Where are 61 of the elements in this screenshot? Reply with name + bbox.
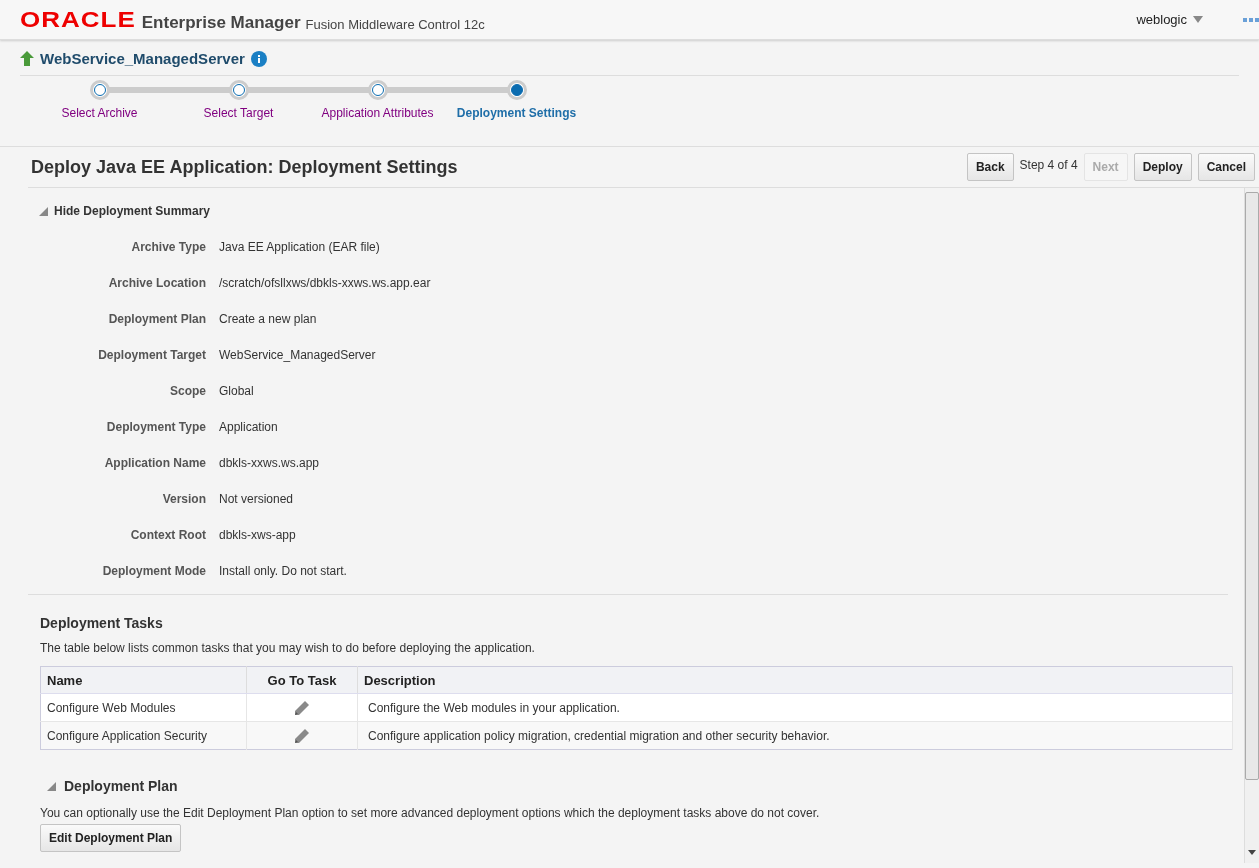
- field-label: Archive Type: [130, 240, 206, 254]
- caret-icon: [1193, 16, 1203, 23]
- step-node[interactable]: [228, 80, 249, 100]
- table-cell: Configure the Web modules in your application.: [357, 693, 1233, 722]
- disclosure-triangle-icon[interactable]: [46, 781, 56, 791]
- pencil-icon[interactable]: [294, 699, 310, 716]
- section-toggle[interactable]: Hide Deployment Summary: [54, 204, 211, 218]
- page-title: Deploy Java EE Application: Deployment Settings: [31, 156, 458, 178]
- info-icon[interactable]: [250, 50, 267, 67]
- product-name: Enterprise Manager: [141, 12, 301, 33]
- table-cell: Configure Application Security: [40, 721, 247, 750]
- field-value: Application: [219, 420, 279, 434]
- product-subtitle: Fusion Middleware Control 12c: [305, 16, 485, 32]
- step-link[interactable]: Application Attributes: [321, 106, 434, 120]
- wizard-button[interactable]: Deploy: [1133, 153, 1192, 181]
- field-label: Context Root: [129, 528, 206, 542]
- field-label: Deployment Target: [97, 348, 206, 362]
- user-menu[interactable]: weblogic: [1136, 12, 1203, 27]
- wizard-button[interactable]: Back: [966, 153, 1014, 181]
- step-link[interactable]: Select Archive: [61, 106, 138, 120]
- column-header: Description: [357, 666, 1233, 694]
- step-link[interactable]: Deployment Settings: [456, 106, 577, 120]
- field-value: Not versioned: [219, 492, 295, 506]
- field-value: Install only. Do not start.: [219, 564, 348, 578]
- field-label: Scope: [169, 384, 206, 398]
- field-value: WebService_ManagedServer: [219, 348, 377, 362]
- logo-text: ORACLE: [20, 6, 136, 33]
- disclosure-triangle-icon[interactable]: [38, 206, 48, 216]
- field-label: Deployment Type: [105, 420, 206, 434]
- pencil-icon[interactable]: [294, 727, 310, 744]
- column-header: Name: [40, 666, 247, 694]
- step-node[interactable]: [367, 80, 388, 100]
- field-label: Archive Location: [107, 276, 206, 290]
- target-name[interactable]: WebService_ManagedServer: [40, 50, 245, 67]
- section-title: Deployment Plan: [64, 778, 178, 794]
- table-cell: Configure Web Modules: [40, 693, 247, 722]
- field-value: Global: [219, 384, 255, 398]
- field-value: /scratch/ofsllxws/dbkls-xxws.ws.app.ear: [219, 276, 432, 290]
- section-description: The table below lists common tasks that you may wish to do before deploying the application.: [40, 641, 536, 655]
- table-cell: Configure application policy migration, credential migration and other security behavior.: [357, 721, 1233, 750]
- wizard-button[interactable]: Cancel: [1197, 153, 1255, 181]
- field-label: Version: [161, 492, 206, 506]
- scroll-down-icon[interactable]: [1248, 850, 1256, 855]
- edit-plan-button[interactable]: Edit Deployment Plan: [40, 824, 182, 852]
- scrollbar[interactable]: [1244, 188, 1259, 863]
- section-title: Deployment Tasks: [40, 615, 164, 631]
- field-value: Java EE Application (EAR file): [219, 240, 381, 254]
- field-label: Application Name: [103, 456, 206, 470]
- field-value: Create a new plan: [219, 312, 318, 326]
- section-description: You can optionally use the Edit Deployment Plan option to set more advanced deployment options which the deployment tasks above do not cover.: [40, 806, 821, 820]
- field-label: Deployment Mode: [101, 564, 206, 578]
- field-value: dbkls-xxws.ws.app: [219, 456, 321, 470]
- step-indicator: Step 4 of 4: [1019, 158, 1078, 172]
- field-value: dbkls-xws-app: [219, 528, 297, 542]
- up-arrow-icon: [20, 51, 34, 66]
- step-link[interactable]: Select Target: [203, 106, 274, 120]
- step-node[interactable]: [89, 80, 110, 100]
- step-node[interactable]: [506, 80, 527, 100]
- column-header: Go To Task: [246, 666, 358, 694]
- dots-icon[interactable]: [1243, 17, 1259, 22]
- field-label: Deployment Plan: [107, 312, 206, 326]
